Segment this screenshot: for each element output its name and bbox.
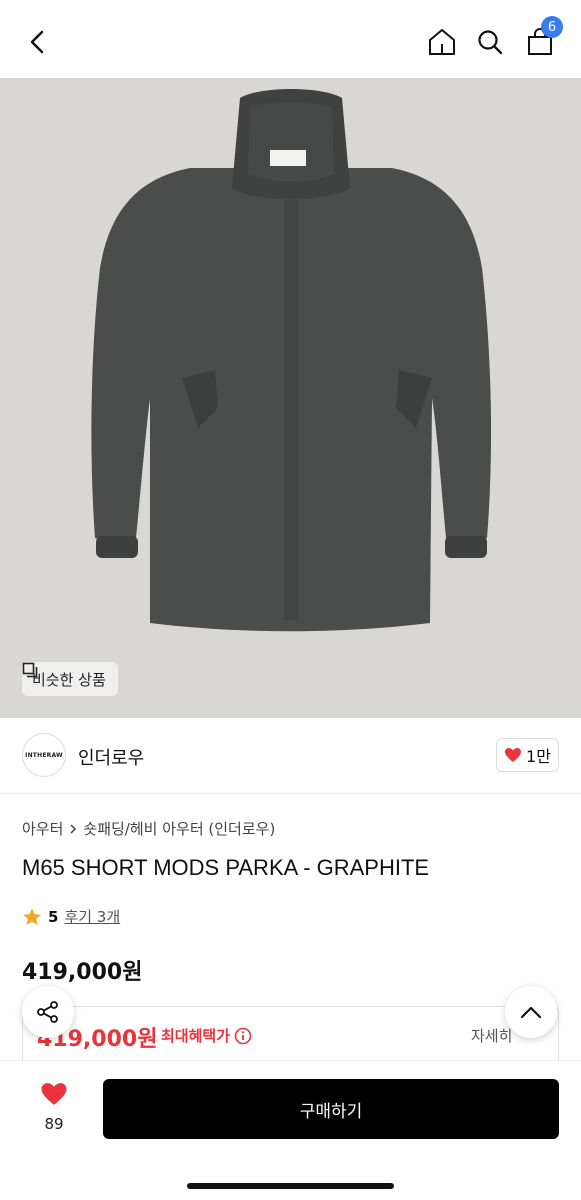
rating-score: 5 <box>48 907 59 926</box>
breadcrumb-item[interactable]: 아우터 <box>22 818 63 839</box>
review-count-link[interactable]: 후기 3개 <box>64 906 120 927</box>
heart-icon <box>41 1083 67 1105</box>
similar-items-icon <box>22 662 38 678</box>
benefit-detail-link[interactable]: 자세히 <box>471 1025 512 1046</box>
brand-like-count: 1만 <box>526 747 551 766</box>
wishlist-count: 89 <box>44 1115 64 1133</box>
search-button[interactable] <box>470 22 510 62</box>
share-icon <box>37 1001 58 1023</box>
jacket-illustration <box>0 78 581 718</box>
brand-like-button[interactable]: 1만 <box>496 738 559 772</box>
home-button[interactable] <box>422 22 462 62</box>
benefit-label-group: 최대혜택가 <box>161 1025 252 1046</box>
brand-name[interactable]: 인더로우 <box>78 744 144 770</box>
similar-products-button[interactable]: 비슷한 상품 <box>22 662 118 696</box>
cart-count-badge: 6 <box>541 16 563 38</box>
bottom-action-bar: 89 구매하기 <box>0 1060 581 1200</box>
breadcrumb: 아우터 숏패딩/헤비 아우터 (인더로우) <box>22 818 275 839</box>
home-icon <box>429 29 455 55</box>
brand-logo[interactable]: INTHERAW <box>22 733 66 777</box>
back-button[interactable] <box>18 22 58 62</box>
brand-logo-text: INTHERAW <box>25 751 63 759</box>
search-icon <box>478 30 503 55</box>
star-icon <box>23 908 41 925</box>
top-navigation: 6 <box>0 0 581 78</box>
back-arrow-icon <box>30 30 44 54</box>
product-image[interactable]: 비슷한 상품 <box>0 78 581 718</box>
heart-icon <box>505 748 522 762</box>
benefit-label: 최대혜택가 <box>161 1027 231 1045</box>
cart-button[interactable]: 6 <box>520 16 563 62</box>
home-indicator <box>187 1183 394 1189</box>
buy-button[interactable]: 구매하기 <box>103 1079 559 1139</box>
product-title: M65 SHORT MODS PARKA - GRAPHITE <box>22 855 430 880</box>
similar-products-label: 비슷한 상품 <box>32 670 106 689</box>
product-price: 419,000원 <box>22 960 143 985</box>
brand-row: INTHERAW 인더로우 1만 <box>0 718 581 794</box>
share-button[interactable] <box>22 986 74 1038</box>
wishlist-button[interactable]: 89 <box>30 1081 78 1133</box>
chevron-up-icon <box>520 1006 542 1019</box>
breadcrumb-item[interactable]: 숏패딩/헤비 아우터 (인더로우) <box>83 818 275 839</box>
info-icon[interactable] <box>234 1027 252 1045</box>
scroll-to-top-button[interactable] <box>505 986 557 1038</box>
chevron-right-icon <box>70 823 77 834</box>
rating-row[interactable]: 5 후기 3개 <box>22 906 120 927</box>
